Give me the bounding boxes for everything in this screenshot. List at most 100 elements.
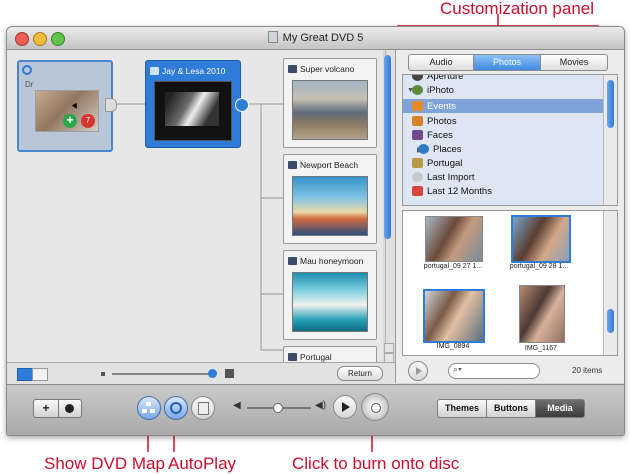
menu-thumbnail [292, 80, 368, 140]
expand-arrow-icon[interactable] [235, 98, 249, 112]
source-item-aperture[interactable]: Aperture [403, 75, 617, 83]
zoom-slider-thumb[interactable] [208, 369, 217, 378]
scroll-up-arrow-icon[interactable] [384, 343, 394, 353]
motion-icon [198, 402, 209, 415]
map-bottom-bar: Return [7, 362, 395, 385]
return-button[interactable]: Return [337, 366, 383, 381]
add-button[interactable]: + [33, 399, 59, 418]
map-view-button[interactable] [17, 368, 33, 381]
customization-panel: Audio Photos Movies Aperture ▼ iPhoto Ev… [395, 50, 624, 383]
play-icon [342, 402, 350, 412]
burn-button[interactable] [361, 393, 389, 421]
document-icon [267, 31, 278, 43]
volume-high-icon: ◀) [315, 400, 327, 411]
tree-view-button[interactable] [32, 368, 48, 381]
dvd-map-icon [146, 402, 151, 406]
photo-scrollbar[interactable] [603, 211, 617, 355]
menu-tile[interactable]: Super volcano [283, 58, 377, 148]
menu-icon [288, 161, 297, 169]
places-icon [418, 144, 429, 154]
photo-scroll-thumb[interactable] [607, 309, 614, 333]
tab-movies[interactable]: Movies [540, 54, 608, 71]
zoom-slider-track[interactable] [112, 373, 216, 375]
menu-icon [150, 67, 159, 75]
menu-tile[interactable]: Mau honeymoon [283, 250, 377, 340]
main-menu-node[interactable]: Dr + 7 [17, 60, 113, 152]
title-bar[interactable]: My Great DVD 5 [7, 27, 624, 50]
photo-label: IMG_0894 [436, 343, 470, 350]
count-badge-icon: 7 [81, 114, 95, 128]
faces-icon [412, 130, 423, 140]
source-item-photos[interactable]: Photos [403, 115, 617, 129]
source-item-portugal[interactable]: Portugal [403, 157, 617, 171]
menu-title: Portugal [300, 352, 332, 362]
source-scrollbar[interactable] [603, 75, 617, 205]
events-icon [412, 101, 423, 111]
motion-button[interactable] [191, 396, 215, 420]
dvd-map-icon-part [142, 409, 147, 413]
aperture-icon [412, 75, 423, 81]
submenu-title: Jay & Lesa 2010 [162, 66, 226, 76]
volume-slider-thumb[interactable] [273, 403, 283, 413]
photo-label: portugal_09 28 1... [509, 263, 569, 270]
search-icon: ⌕▾ [453, 364, 462, 374]
burn-callout: Click to burn onto disc [292, 454, 460, 473]
map-scroll-thumb[interactable] [384, 55, 391, 239]
tab-photos[interactable]: Photos [473, 54, 541, 71]
last-import-icon [412, 172, 423, 182]
source-item-faces[interactable]: Faces [403, 129, 617, 143]
search-field[interactable]: ⌕▾ [448, 363, 540, 379]
submenu-thumbnail-art [165, 92, 219, 126]
photo-thumbnail-selected[interactable] [511, 215, 571, 263]
preview-button[interactable] [333, 395, 357, 419]
autoplay-icon [22, 65, 32, 75]
show-dvd-map-button[interactable] [137, 396, 161, 420]
expand-arrow-icon[interactable] [105, 98, 117, 112]
show-dvd-map-callout: Show DVD Map [44, 454, 165, 473]
tab-audio[interactable]: Audio [408, 54, 474, 71]
source-item-places[interactable]: ▶ Places [403, 143, 617, 157]
play-button[interactable] [408, 361, 428, 381]
autoplay-callout: AutoPlay [168, 454, 237, 473]
add-icon: + [63, 114, 77, 128]
item-count: 20 items [572, 366, 603, 375]
zoom-in-icon [225, 369, 234, 378]
autoplay-button[interactable] [164, 396, 188, 420]
iphoto-icon [412, 85, 423, 95]
photo-thumbnail-selected[interactable] [423, 289, 485, 343]
menu-thumbnail [292, 272, 368, 332]
info-icon [65, 404, 74, 413]
calendar-icon [412, 186, 423, 196]
dvd-map-icon-part [150, 409, 155, 413]
submenu-thumbnail [154, 81, 232, 141]
menu-title: Mau honeymoon [300, 256, 364, 266]
idvd-window: My Great DVD 5 Dr + 7 Jay & Lesa 2010 Su… [6, 26, 625, 436]
buttons-button[interactable]: Buttons [486, 399, 536, 418]
photo-thumbnail[interactable] [519, 285, 565, 343]
source-item-last-import[interactable]: Last Import [403, 171, 617, 185]
submenu-node[interactable]: Jay & Lesa 2010 [145, 60, 241, 148]
info-button[interactable] [58, 399, 82, 418]
bottom-toolbar: + ◀ ◀) Themes Buttons Media [7, 384, 624, 435]
menu-title: Newport Beach [300, 160, 359, 170]
source-scroll-thumb[interactable] [607, 80, 614, 128]
menu-title: Super volcano [300, 64, 355, 74]
photo-thumbnail[interactable] [425, 216, 483, 262]
burn-disc-icon [371, 403, 381, 413]
photo-label: portugal_09 27 1... [423, 263, 483, 270]
source-item-events[interactable]: Events [403, 99, 617, 113]
menu-icon [288, 353, 297, 361]
photos-icon [412, 116, 423, 126]
main-menu-overlay-text: Dr [25, 80, 34, 89]
themes-button[interactable]: Themes [437, 399, 487, 418]
autoplay-loop-icon [170, 402, 182, 414]
media-button[interactable]: Media [535, 399, 585, 418]
menu-thumbnail [292, 176, 368, 236]
source-list: Aperture ▼ iPhoto Events Photos Faces ▶ … [402, 74, 618, 206]
source-item-iphoto[interactable]: ▼ iPhoto [403, 85, 617, 97]
source-item-last-12-months[interactable]: Last 12 Months [403, 185, 617, 199]
photo-browser: portugal_09 27 1... portugal_09 28 1... … [402, 210, 618, 356]
play-icon [416, 367, 422, 375]
menu-tile[interactable]: Newport Beach [283, 154, 377, 244]
album-icon [412, 158, 423, 168]
